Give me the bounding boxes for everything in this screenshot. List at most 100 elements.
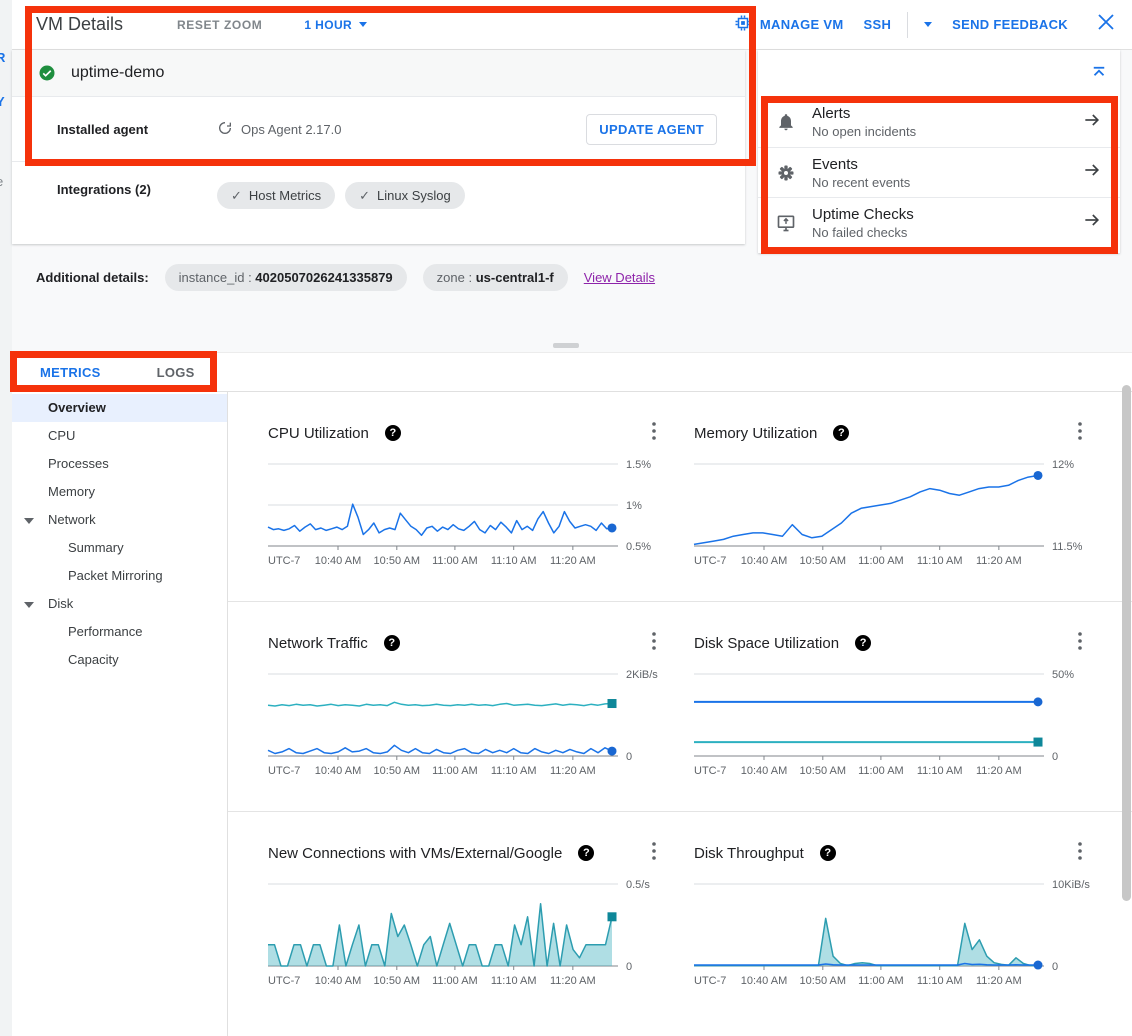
scrollbar-thumb[interactable]: [1122, 385, 1131, 901]
arrow-right-icon[interactable]: [1082, 210, 1102, 235]
events-icon: [776, 163, 796, 183]
disk-throughput-card: Disk Throughput ? 10KiB/s0UTC-710:40 AM1…: [694, 840, 1094, 1036]
send-feedback-button[interactable]: SEND FEEDBACK: [942, 11, 1078, 38]
ssh-options-dropdown[interactable]: [914, 16, 942, 33]
uptime-icon: [776, 213, 796, 233]
svg-text:UTC-7: UTC-7: [268, 975, 300, 987]
help-icon[interactable]: ?: [855, 635, 871, 651]
sidebar-item-processes[interactable]: Processes: [12, 450, 227, 478]
chevron-down-icon[interactable]: [24, 518, 34, 524]
installed-agent-row: Installed agent Ops Agent 2.17.0 UPDATE …: [12, 97, 745, 162]
manage-vm-button[interactable]: MANAGE VM: [724, 8, 854, 41]
instance-id-chip[interactable]: instance_id : 4020507026241335879: [165, 264, 407, 291]
integration-chip-host-metrics[interactable]: ✓ Host Metrics: [217, 182, 335, 209]
disk-throughput-chart[interactable]: 10KiB/s0UTC-710:40 AM10:50 AM11:00 AM11:…: [694, 878, 1094, 999]
chevron-down-icon: [359, 22, 367, 27]
integrations-label: Integrations (2): [57, 182, 217, 197]
sidebar-item-overview[interactable]: Overview: [12, 394, 227, 422]
help-icon[interactable]: ?: [820, 845, 836, 861]
chart-menu-icon[interactable]: [1072, 420, 1088, 447]
help-icon[interactable]: ?: [833, 425, 849, 441]
metrics-sidebar: OverviewCPUProcessesMemoryNetworkSummary…: [12, 392, 228, 1036]
network-traffic-chart[interactable]: 2KiB/s0UTC-710:40 AM10:50 AM11:00 AM11:1…: [268, 668, 668, 789]
check-icon: ✓: [231, 188, 242, 204]
chart-menu-icon[interactable]: [1072, 630, 1088, 657]
svg-text:UTC-7: UTC-7: [268, 555, 300, 567]
arrow-right-icon[interactable]: [1082, 110, 1102, 135]
svg-text:0: 0: [626, 751, 632, 763]
ssh-label: SSH: [864, 17, 892, 32]
reset-zoom-button[interactable]: RESET ZOOM: [177, 18, 262, 32]
svg-text:11:10 AM: 11:10 AM: [491, 975, 537, 987]
help-icon[interactable]: ?: [578, 845, 594, 861]
svg-text:10:50 AM: 10:50 AM: [800, 555, 846, 567]
charts-area: CPU Utilization ? 1.5%1%0.5%UTC-710:40 A…: [228, 392, 1132, 1036]
disk-space-chart[interactable]: 50%0UTC-710:40 AM10:50 AM11:00 AM11:10 A…: [694, 668, 1094, 789]
svg-text:11:00 AM: 11:00 AM: [858, 975, 904, 987]
help-icon[interactable]: ?: [384, 635, 400, 651]
sidebar-item-memory[interactable]: Memory: [12, 478, 227, 506]
chart-menu-icon[interactable]: [1072, 840, 1088, 867]
svg-text:1%: 1%: [626, 500, 642, 512]
tab-logs[interactable]: LOGS: [129, 353, 223, 391]
sidebar-item-performance[interactable]: Performance: [12, 618, 227, 646]
svg-text:UTC-7: UTC-7: [694, 765, 726, 777]
svg-text:1.5%: 1.5%: [626, 459, 651, 471]
vm-name: uptime-demo: [71, 64, 164, 82]
svg-text:0: 0: [1052, 751, 1058, 763]
help-icon[interactable]: ?: [385, 425, 401, 441]
chart-menu-icon[interactable]: [646, 630, 662, 657]
svg-text:11:10 AM: 11:10 AM: [917, 765, 963, 777]
uptime-checks-row[interactable]: Uptime Checks No failed checks: [758, 197, 1120, 247]
close-icon[interactable]: [1094, 10, 1118, 39]
divider: [907, 12, 908, 38]
manage-vm-label: MANAGE VM: [760, 17, 844, 32]
svg-text:50%: 50%: [1052, 669, 1074, 681]
update-agent-button[interactable]: UPDATE AGENT: [586, 114, 717, 145]
sidebar-item-packet-mirroring[interactable]: Packet Mirroring: [12, 562, 227, 590]
memory-utilization-chart[interactable]: 12%11.5%UTC-710:40 AM10:50 AM11:00 AM11:…: [694, 458, 1094, 579]
svg-text:11:10 AM: 11:10 AM: [917, 975, 963, 987]
view-details-link[interactable]: View Details: [584, 270, 655, 285]
agent-version: Ops Agent 2.17.0: [241, 122, 341, 137]
tab-metrics[interactable]: METRICS: [12, 353, 129, 391]
chip-key: zone: [437, 270, 465, 285]
zone-chip[interactable]: zone : us-central1-f: [423, 264, 568, 291]
svg-text:12%: 12%: [1052, 459, 1074, 471]
chart-row: Network Traffic ? 2KiB/s0UTC-710:40 AM10…: [228, 602, 1132, 812]
agent-update-icon: [217, 120, 233, 139]
chevron-down-icon[interactable]: [24, 602, 34, 608]
chart-title: Memory Utilization: [694, 425, 817, 442]
chip-value: us-central1-f: [476, 270, 554, 285]
sidebar-item-summary[interactable]: Summary: [12, 534, 227, 562]
metrics-section: METRICS LOGS OverviewCPUProcessesMemoryN…: [12, 352, 1132, 1036]
time-range-dropdown[interactable]: 1 HOUR: [304, 18, 367, 32]
ssh-button[interactable]: SSH: [854, 11, 902, 38]
svg-text:11:20 AM: 11:20 AM: [976, 765, 1022, 777]
chart-menu-icon[interactable]: [646, 840, 662, 867]
svg-text:UTC-7: UTC-7: [694, 555, 726, 567]
integrations-row: Integrations (2) ✓ Host Metrics ✓ Linux …: [12, 162, 745, 244]
sidebar-item-disk[interactable]: Disk: [12, 590, 227, 618]
alerts-row[interactable]: Alerts No open incidents: [758, 97, 1120, 147]
svg-text:11:00 AM: 11:00 AM: [858, 765, 904, 777]
page-fragment: Y: [0, 94, 5, 109]
integration-chip-linux-syslog[interactable]: ✓ Linux Syslog: [345, 182, 465, 209]
tabs-bar: METRICS LOGS: [12, 353, 1132, 392]
collapse-panel-icon[interactable]: [1090, 64, 1108, 87]
chart-menu-icon[interactable]: [646, 420, 662, 447]
chart-row: CPU Utilization ? 1.5%1%0.5%UTC-710:40 A…: [228, 392, 1132, 602]
cpu-utilization-chart[interactable]: 1.5%1%0.5%UTC-710:40 AM10:50 AM11:00 AM1…: [268, 458, 668, 579]
time-range-label: 1 HOUR: [304, 18, 352, 32]
sidebar-item-cpu[interactable]: CPU: [12, 422, 227, 450]
svg-text:10:40 AM: 10:40 AM: [315, 975, 361, 987]
svg-text:2KiB/s: 2KiB/s: [626, 669, 658, 681]
events-row[interactable]: Events No recent events: [758, 147, 1120, 197]
sidebar-item-capacity[interactable]: Capacity: [12, 646, 227, 674]
panel-resize-handle[interactable]: [553, 343, 579, 348]
svg-text:10:40 AM: 10:40 AM: [741, 555, 787, 567]
sidebar-item-network[interactable]: Network: [12, 506, 227, 534]
svg-text:11:20 AM: 11:20 AM: [550, 555, 596, 567]
arrow-right-icon[interactable]: [1082, 160, 1102, 185]
new-connections-chart[interactable]: 0.5/s0UTC-710:40 AM10:50 AM11:00 AM11:10…: [268, 878, 668, 999]
